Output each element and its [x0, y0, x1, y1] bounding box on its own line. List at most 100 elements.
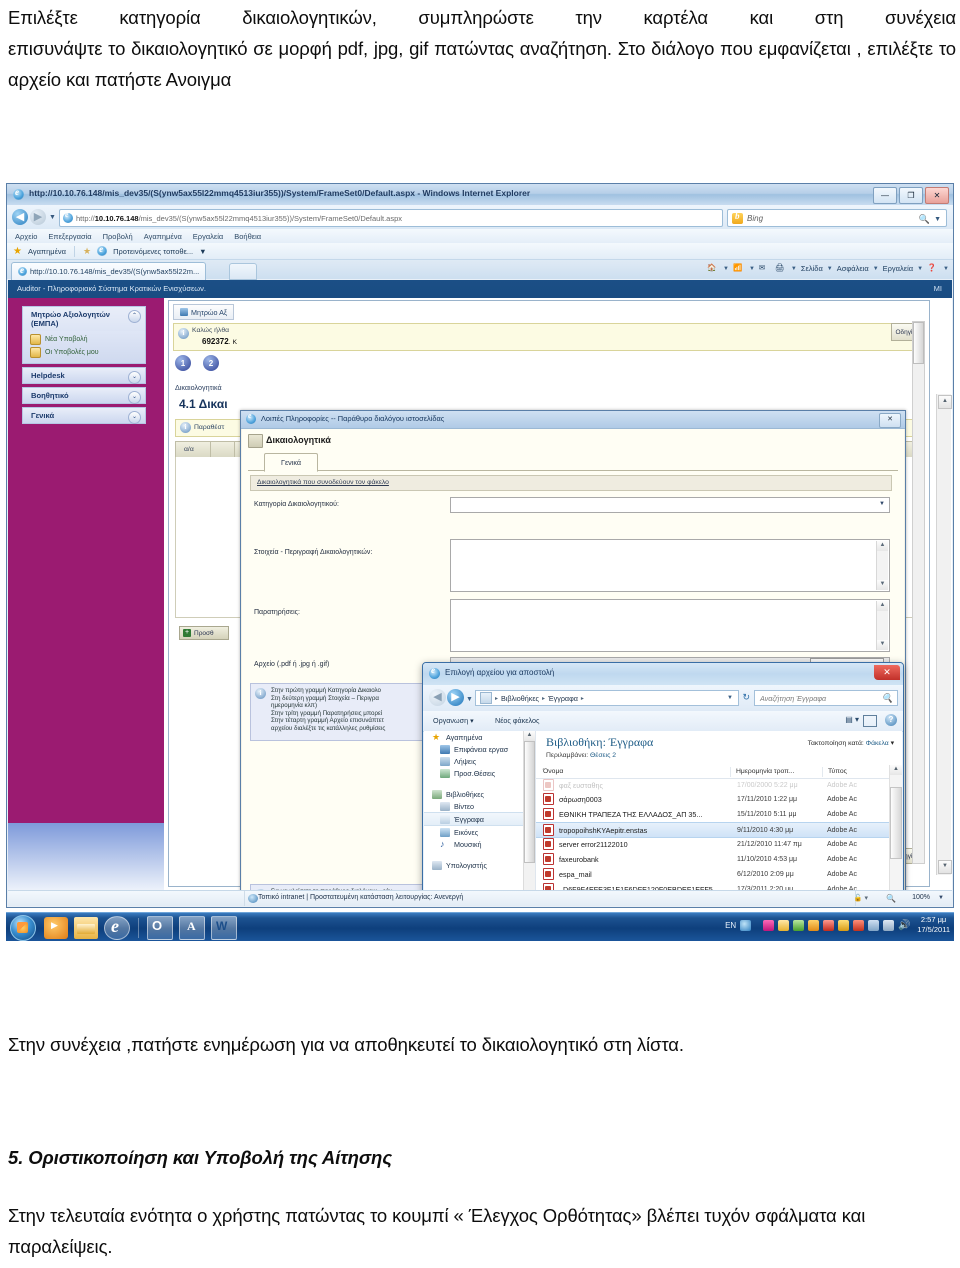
column-divider[interactable] [730, 767, 731, 777]
tray-icon-norton[interactable] [763, 919, 775, 931]
column-date[interactable]: Ημερομηνία τροπ... [736, 768, 795, 775]
menu-edit[interactable]: Επεξεργασία [48, 232, 91, 241]
wizard-step-2[interactable]: 2 [203, 355, 219, 371]
feeds-icon[interactable]: 📶 [733, 263, 745, 274]
tray-icon-blue[interactable] [740, 919, 752, 931]
breadcrumb-dropdown-icon[interactable]: ▼ [727, 695, 733, 701]
wizard-step-1[interactable]: 1 [175, 355, 191, 371]
nav-group-genika[interactable]: Γενικά ⌄ [22, 407, 146, 424]
maximize-button[interactable]: ❐ [899, 187, 923, 204]
volume-icon[interactable]: 🔊 [898, 920, 910, 931]
sidebar-item-libraries[interactable]: Βιβλιοθήκες [424, 788, 534, 800]
taskbar-clock[interactable]: 2:57 μμ 17/5/2011 [917, 915, 950, 935]
sidebar-item-downloads[interactable]: Λήψεις [424, 755, 534, 767]
acrobat-icon[interactable] [179, 916, 205, 940]
tray-overflow-icon[interactable] [755, 920, 759, 931]
breadcrumb-item-libraries[interactable]: Βιβλιοθήκες [501, 694, 539, 703]
feeds-caret-icon[interactable]: ▼ [749, 266, 755, 272]
sidebar-item-computer[interactable]: Υπολογιστής [424, 859, 534, 871]
explorer-icon[interactable] [74, 917, 98, 939]
table-row[interactable]: φαξ ευσταθης 17/00/2000 5:22 μμ Adobe Ac [536, 778, 890, 792]
file-search-input[interactable]: Αναζήτηση Έγγραφα 🔍 [754, 690, 898, 706]
recent-locations-icon[interactable]: ▼ [466, 696, 473, 703]
category-select[interactable]: ▼ [450, 497, 890, 513]
sidebar-scrollbar[interactable]: ▲ ▼ [523, 731, 535, 891]
sidebar-item-favorites[interactable]: ★ Αγαπημένα [424, 731, 534, 743]
description-textarea[interactable]: ▲ ▼ [450, 539, 890, 592]
page-scrollbar[interactable]: ▲ ▼ [936, 394, 952, 875]
menu-help[interactable]: Βοήθεια [234, 232, 261, 241]
scroll-down-icon[interactable]: ▼ [938, 860, 952, 874]
favorites-label[interactable]: Αγαπημένα [28, 247, 66, 256]
tray-icon-mail[interactable] [778, 919, 790, 931]
mail-icon[interactable]: ✉ [759, 263, 771, 274]
help-caret-icon[interactable]: ▼ [943, 266, 949, 272]
back-button[interactable]: ◀ [12, 209, 28, 225]
nav-group-voithitiko[interactable]: Βοηθητικό ⌄ [22, 387, 146, 404]
new-folder-button[interactable]: Νέος φάκελος [495, 716, 539, 725]
cmd-safety[interactable]: Ασφάλεια [837, 264, 869, 273]
add-favorite-icon[interactable]: ★ [83, 246, 91, 257]
tray-icon-network[interactable] [868, 919, 880, 931]
chevron-up-icon[interactable]: ⌃ [128, 310, 141, 323]
word-icon[interactable] [211, 916, 237, 940]
sidebar-item-nea-ypovoli[interactable]: Νέα Υποβολή [30, 333, 141, 346]
sidebar-item-pictures[interactable]: Εικόνες [424, 826, 534, 838]
tray-icon-red[interactable] [823, 919, 835, 931]
sidebar-item-music[interactable]: ♪ Μουσική [424, 838, 534, 850]
table-row[interactable]: σάρωση0003 17/11/2010 1:22 μμ Adobe Ac [536, 792, 890, 806]
help-icon[interactable]: ❓ [927, 263, 939, 274]
content-scrollbar-thumb[interactable] [913, 322, 924, 364]
new-tab-button[interactable] [229, 263, 257, 280]
content-tab[interactable]: Μητρώο Αξ [173, 304, 235, 320]
nav-group-empa-title[interactable]: Μητρώο Αξιολογητών (ΕΜΠΑ) [23, 307, 145, 331]
nav-group-helpdesk[interactable]: Helpdesk ⌄ [22, 367, 146, 384]
scroll-down-icon[interactable]: ▼ [877, 580, 888, 590]
breadcrumb[interactable]: ▸ Βιβλιοθήκες ▸ Έγγραφα ▸ [475, 690, 739, 706]
file-picker-close-button[interactable]: ✕ [874, 665, 900, 680]
table-row[interactable]: tropopoihshKYAepitr.enstas 9/11/2010 4:3… [536, 822, 890, 838]
view-options-icon[interactable]: ▤ ▾ [845, 715, 859, 724]
back-button[interactable]: ◀ [429, 689, 446, 706]
zoom-level[interactable]: 100% [912, 894, 930, 901]
scroll-up-icon[interactable]: ▲ [524, 731, 535, 741]
browser-tab[interactable]: http://10.10.76.148/mis_dev35/(S(ynw5ax5… [11, 262, 207, 280]
menu-tools[interactable]: Εργαλεία [193, 232, 223, 241]
start-button[interactable] [10, 915, 36, 941]
scroll-up-icon[interactable]: ▲ [877, 601, 888, 611]
tray-icon-green[interactable] [793, 919, 805, 931]
search-provider-dropdown-icon[interactable]: ▼ [934, 216, 941, 223]
tray-icon-orange[interactable] [808, 919, 820, 931]
add-document-button[interactable]: + Προσθ [179, 626, 229, 640]
organize-button[interactable]: Οργανωση ▾ [433, 716, 474, 725]
sidebar-item-oi-ypoboles-mou[interactable]: Οι Υποβολές μου [30, 346, 141, 359]
preview-pane-icon[interactable] [863, 715, 877, 727]
menu-file[interactable]: Αρχείο [15, 232, 37, 241]
column-name[interactable]: Όνομα [543, 768, 563, 775]
tools-caret-icon[interactable]: ▼ [917, 266, 923, 272]
scroll-up-icon[interactable]: ▲ [877, 541, 888, 551]
scroll-up-icon[interactable]: ▲ [890, 765, 902, 775]
tray-icon-shield[interactable] [838, 919, 850, 931]
scroll-up-icon[interactable]: ▲ [938, 395, 952, 409]
sidebar-scrollbar-thumb[interactable] [524, 741, 535, 863]
scroll-down-icon[interactable]: ▼ [877, 640, 888, 650]
chevron-down-icon[interactable]: ⌄ [128, 411, 141, 424]
sidebar-item-recent-places[interactable]: Προσ.Θέσεις [424, 767, 534, 779]
chevron-down-icon[interactable]: ⌄ [128, 371, 141, 384]
sidebar-item-documents[interactable]: Έγγραφα [424, 812, 534, 826]
suggested-sites-caret-icon[interactable]: ▼ [199, 247, 206, 256]
refresh-icon[interactable]: ↻ [742, 692, 750, 703]
file-list-scrollbar-thumb[interactable] [890, 787, 902, 859]
browser-search-input[interactable]: Bing 🔍 ▼ [727, 209, 947, 227]
sidebar-item-desktop[interactable]: Επιφάνεια εργασ [424, 743, 534, 755]
print-icon[interactable]: 🖨 [775, 263, 787, 274]
tray-icon-speaker-red[interactable] [853, 919, 865, 931]
sidebar-item-videos[interactable]: Βίντεο [424, 800, 534, 812]
sort-by-control[interactable]: Τακτοποίηση κατά: Φάκελα ▾ [808, 739, 894, 747]
suggested-sites-label[interactable]: Προτεινόμενες τοποθε... [113, 247, 193, 256]
zoom-icon[interactable]: 🔍 [886, 894, 896, 903]
column-type[interactable]: Τύπος [828, 768, 847, 775]
remarks-scrollbar[interactable]: ▲ ▼ [876, 601, 888, 650]
menu-view[interactable]: Προβολή [103, 232, 133, 241]
